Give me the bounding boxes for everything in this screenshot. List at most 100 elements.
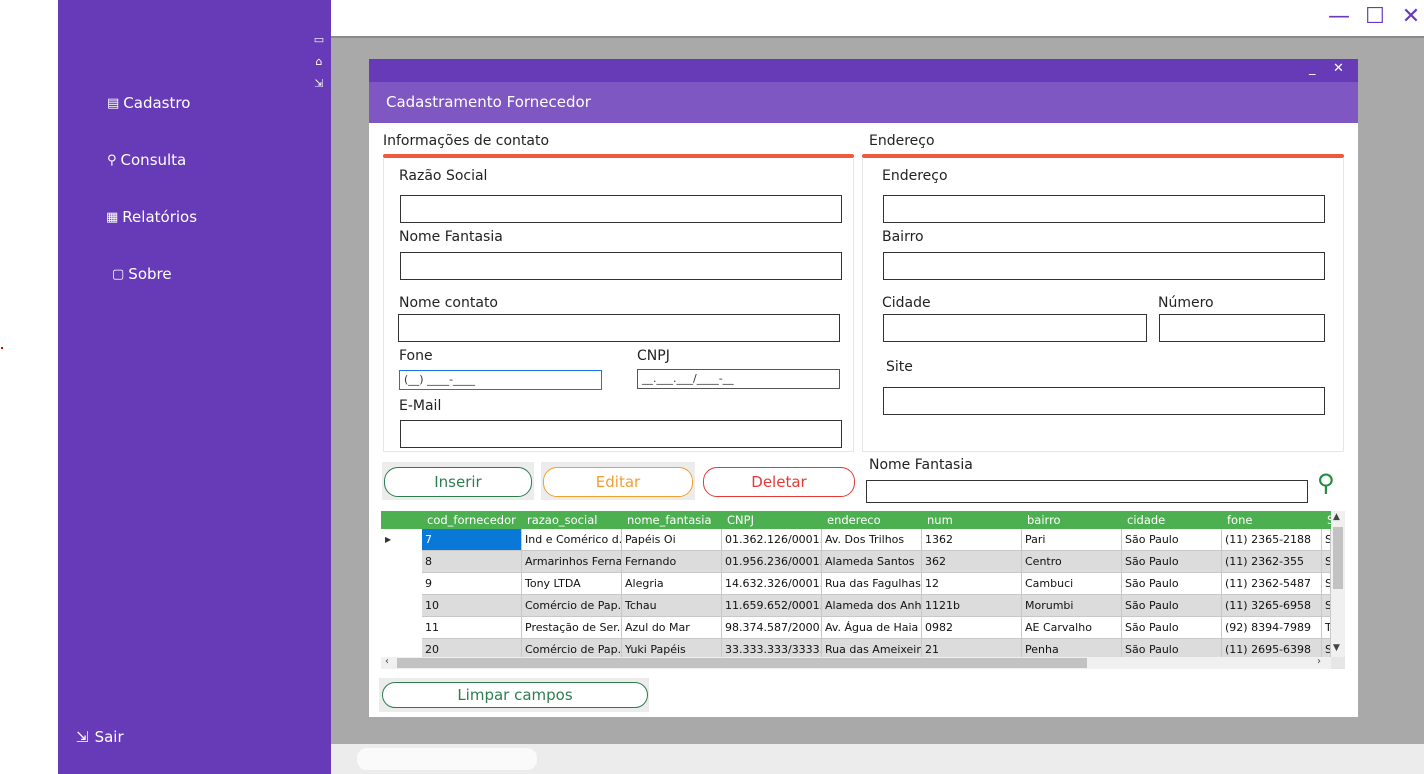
table-cell[interactable]: Alameda Santos — [822, 551, 922, 573]
table-cell[interactable]: Pari — [1022, 529, 1122, 551]
table-cell[interactable]: 10 — [422, 595, 522, 617]
table-cell[interactable]: S — [1322, 529, 1331, 551]
close-icon[interactable]: ✕ — [1398, 4, 1424, 30]
table-cell[interactable]: 12 — [922, 573, 1022, 595]
table-cell[interactable]: (92) 8394-7989 — [1222, 617, 1322, 639]
minimize-icon[interactable]: — — [1326, 4, 1352, 30]
table-cell[interactable]: 7 — [422, 529, 522, 551]
column-header[interactable]: razao_social — [522, 511, 622, 529]
scroll-left-icon[interactable]: ‹ — [385, 656, 389, 667]
table-cell[interactable]: Cambuci — [1022, 573, 1122, 595]
table-cell[interactable]: Av. Água de Haia — [822, 617, 922, 639]
maximize-icon[interactable]: ☐ — [1362, 4, 1388, 30]
table-cell[interactable]: 362 — [922, 551, 1022, 573]
edit-button[interactable]: Editar — [543, 467, 693, 497]
delete-button[interactable]: Deletar — [703, 467, 855, 497]
table-cell[interactable]: 14.632.326/0001... — [722, 573, 822, 595]
horizontal-scrollbar[interactable]: ‹ › — [381, 656, 1331, 669]
dialog-minimize-icon[interactable]: _ — [1309, 61, 1316, 76]
table-cell[interactable]: Comércio de Pap... — [522, 595, 622, 617]
table-row[interactable]: 8Armarinhos Ferna...Fernando01.956.236/0… — [422, 551, 1331, 573]
column-header[interactable]: S — [1322, 511, 1331, 529]
table-cell[interactable]: 9 — [422, 573, 522, 595]
window-icon[interactable]: ▭ — [312, 33, 326, 47]
table-cell[interactable]: (11) 2365-2188 — [1222, 529, 1322, 551]
exit-icon[interactable]: ⇲ — [312, 77, 326, 91]
table-cell[interactable]: Papéis Oi — [622, 529, 722, 551]
bairro-input[interactable] — [883, 252, 1325, 280]
site-input[interactable] — [883, 387, 1325, 415]
table-row[interactable]: 11 Prestação de Ser... Azul do Mar 98.374.5… — [422, 617, 1331, 639]
scroll-thumb[interactable] — [1333, 527, 1343, 589]
column-header[interactable]: nome_fantasia — [622, 511, 722, 529]
table-row[interactable]: 7 Ind e Comérico d... Papéis Oi 01.362.126/… — [422, 529, 1331, 551]
sidebar-item-consulta[interactable]: ⚲ Consulta — [107, 151, 186, 169]
column-header[interactable]: CNPJ — [722, 511, 822, 529]
table-cell[interactable]: 11.659.652/0001... — [722, 595, 822, 617]
column-header[interactable]: num — [922, 511, 1022, 529]
table-row[interactable]: 9 Tony LTDA Alegria 14.632.326/0001... Rua d… — [422, 573, 1331, 595]
sidebar-item-relatorios[interactable]: ▦ Relatórios — [106, 208, 197, 226]
table-cell[interactable]: Azul do Mar — [622, 617, 722, 639]
column-header[interactable]: bairro — [1022, 511, 1122, 529]
table-cell[interactable]: T — [1322, 617, 1331, 639]
table-cell[interactable]: S — [1322, 595, 1331, 617]
sidebar-item-sobre[interactable]: ▢ Sobre — [112, 265, 172, 283]
table-cell[interactable]: 1362 — [922, 529, 1022, 551]
table-cell[interactable]: São Paulo — [1122, 573, 1222, 595]
table-cell[interactable]: São Paulo — [1122, 551, 1222, 573]
table-cell[interactable]: Armarinhos Ferna... — [522, 551, 622, 573]
table-row[interactable]: 10 Comércio de Pap... Tchau 11.659.652/0001… — [422, 595, 1331, 617]
table-cell[interactable]: 8 — [422, 551, 522, 573]
email-input[interactable] — [400, 420, 842, 448]
table-cell[interactable]: Centro — [1022, 551, 1122, 573]
table-cell[interactable]: 98.374.587/2000... — [722, 617, 822, 639]
table-cell[interactable]: Alegria — [622, 573, 722, 595]
vertical-scrollbar[interactable]: ▲ ▼ — [1331, 511, 1345, 657]
store-icon[interactable]: ⌂ — [312, 55, 326, 69]
clear-fields-button[interactable]: Limpar campos — [382, 682, 648, 708]
nome-contato-input[interactable] — [398, 314, 840, 342]
column-header[interactable]: cidade — [1122, 511, 1222, 529]
table-cell[interactable]: (11) 2362-5487 — [1222, 573, 1322, 595]
table-cell[interactable]: AE Carvalho — [1022, 617, 1122, 639]
insert-button[interactable]: Inserir — [384, 467, 532, 497]
column-header[interactable]: endereco — [822, 511, 922, 529]
table-cell[interactable]: Alameda dos Anh... — [822, 595, 922, 617]
scroll-right-icon[interactable]: › — [1317, 656, 1321, 667]
table-cell[interactable]: Ind e Comérico d... — [522, 529, 622, 551]
table-cell[interactable]: Morumbi — [1022, 595, 1122, 617]
endereco-input[interactable] — [883, 195, 1325, 223]
table-cell[interactable]: Prestação de Ser... — [522, 617, 622, 639]
scroll-down-icon[interactable]: ▼ — [1333, 643, 1340, 653]
table-cell[interactable]: S — [1322, 573, 1331, 595]
table-cell[interactable]: S — [1322, 551, 1331, 573]
table-cell[interactable]: Tchau — [622, 595, 722, 617]
table-cell[interactable]: Rua das Fagulhas — [822, 573, 922, 595]
table-cell[interactable]: São Paulo — [1122, 617, 1222, 639]
table-cell[interactable]: 01.956.236/0001... — [722, 551, 822, 573]
table-cell[interactable]: (11) 2362-355 — [1222, 551, 1322, 573]
sidebar-item-sair[interactable]: ⇲ Sair — [76, 728, 124, 746]
table-cell[interactable]: 0982 — [922, 617, 1022, 639]
table-cell[interactable]: Fernando — [622, 551, 722, 573]
search-icon[interactable]: ⚲ — [1317, 469, 1335, 497]
nome-fantasia-input[interactable] — [400, 252, 842, 280]
razao-social-input[interactable] — [400, 195, 842, 223]
table-cell[interactable]: São Paulo — [1122, 529, 1222, 551]
column-header[interactable]: cod_fornecedor — [422, 511, 522, 529]
cnpj-input[interactable]: __.___.___/____-__ — [637, 369, 840, 389]
numero-input[interactable] — [1159, 314, 1325, 342]
scroll-up-icon[interactable]: ▲ — [1333, 512, 1340, 522]
column-header[interactable]: fone — [1222, 511, 1322, 529]
cidade-input[interactable] — [883, 314, 1147, 342]
suppliers-grid[interactable]: cod_fornecedor razao_social nome_fantasi… — [381, 511, 1345, 669]
table-cell[interactable]: São Paulo — [1122, 595, 1222, 617]
table-cell[interactable]: 11 — [422, 617, 522, 639]
fone-input[interactable]: (__) ____-____ — [399, 370, 602, 390]
search-input[interactable] — [866, 480, 1308, 503]
table-cell[interactable]: Tony LTDA — [522, 573, 622, 595]
scroll-thumb[interactable] — [397, 658, 1087, 668]
table-cell[interactable]: 1121b — [922, 595, 1022, 617]
dialog-close-icon[interactable]: ✕ — [1333, 61, 1344, 76]
